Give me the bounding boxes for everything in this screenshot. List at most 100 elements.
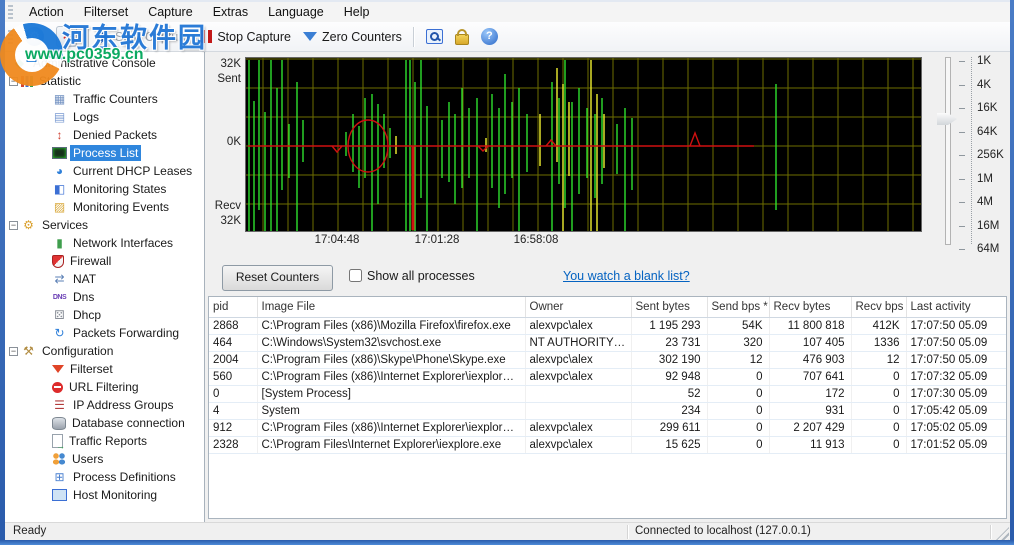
- sidebar-item-url-filtering[interactable]: URL Filtering: [5, 378, 204, 396]
- sidebar-item-current-dhcp-leases[interactable]: ◕Current DHCP Leases: [5, 162, 204, 180]
- sidebar-item-label: URL Filtering: [66, 379, 142, 395]
- sidebar-item-label: Monitoring States: [70, 181, 169, 197]
- sidebar-item-label: Current DHCP Leases: [70, 163, 195, 179]
- menu-language[interactable]: Language: [258, 3, 334, 21]
- process-table-panel: pidImage FileOwnerSent bytesSend bps *Re…: [208, 296, 1007, 519]
- traffic-counters-icon: ▦: [52, 92, 67, 106]
- main-panel: 32K Sent 0K Recv 32K 17:04:4817:01:2816:…: [205, 52, 1010, 522]
- table-row[interactable]: 2328C:\Program Files\Internet Explorer\i…: [209, 437, 1006, 454]
- stop-capture-button[interactable]: Stop Capture: [195, 27, 297, 47]
- table-cell: 707 641: [769, 369, 851, 386]
- table-row[interactable]: 0[System Process]520172017:07:30 05.09: [209, 386, 1006, 403]
- status-ready-text: Ready: [13, 525, 46, 537]
- sidebar-item-firewall[interactable]: Firewall: [5, 252, 204, 270]
- sidebar-item-label: Dhcp: [70, 307, 104, 323]
- sidebar-item-traffic-counters[interactable]: ▦Traffic Counters: [5, 90, 204, 108]
- sidebar-item-network-interfaces[interactable]: ▮Network Interfaces: [5, 234, 204, 252]
- lock-icon: [455, 34, 469, 45]
- y-axis-sent-label: Sent: [205, 73, 241, 85]
- column-header-recv-bytes[interactable]: Recv bytes: [769, 297, 851, 318]
- packets-forwarding-icon: ↻: [52, 326, 67, 340]
- inspect-button[interactable]: [420, 26, 449, 47]
- dns-icon: DNS: [52, 290, 67, 304]
- table-cell: [525, 403, 631, 420]
- sidebar-item-configuration[interactable]: −⚒Configuration: [5, 342, 204, 360]
- scale-tick: [959, 179, 965, 180]
- table-row[interactable]: 4System2340931017:05:42 05.09: [209, 403, 1006, 420]
- column-header-recv-bps[interactable]: Recv bps: [851, 297, 906, 318]
- column-header-pid[interactable]: pid: [209, 297, 257, 318]
- sidebar-item-logs[interactable]: ▤Logs: [5, 108, 204, 126]
- expander-icon[interactable]: −: [9, 221, 18, 230]
- services-icon: ⚙: [21, 218, 36, 232]
- toolbar-separator: [413, 27, 415, 47]
- table-row[interactable]: 2004C:\Program Files (x86)\Skype\Phone\S…: [209, 352, 1006, 369]
- column-header-last-activity[interactable]: Last activity: [906, 297, 1006, 318]
- scale-label: 64K: [977, 126, 1011, 138]
- sidebar-item-services[interactable]: −⚙Services: [5, 216, 204, 234]
- table-row[interactable]: 912C:\Program Files (x86)\Internet Explo…: [209, 420, 1006, 437]
- scale-tick: [959, 226, 965, 227]
- table-cell: 54K: [707, 318, 769, 335]
- sidebar-item-ip-address-groups[interactable]: ☰IP Address Groups: [5, 396, 204, 414]
- menu-extras[interactable]: Extras: [203, 3, 258, 21]
- sidebar-item-users[interactable]: Users: [5, 450, 204, 468]
- help-button[interactable]: ?: [475, 25, 504, 48]
- sidebar-item-filterset[interactable]: Filterset: [5, 360, 204, 378]
- table-cell: C:\Program Files (x86)\Internet Explorer…: [257, 369, 525, 386]
- security-button[interactable]: [449, 25, 475, 48]
- scale-separator: [971, 57, 972, 244]
- menu-help[interactable]: Help: [334, 3, 380, 21]
- sidebar-item-dns[interactable]: DNSDns: [5, 288, 204, 306]
- table-cell: alexvpc\alex: [525, 369, 631, 386]
- resize-grip[interactable]: [996, 527, 1009, 540]
- table-cell: 4: [209, 403, 257, 420]
- sidebar-item-dhcp[interactable]: ⚄Dhcp: [5, 306, 204, 324]
- sidebar-item-packets-forwarding[interactable]: ↻Packets Forwarding: [5, 324, 204, 342]
- window-border-right: [1010, 0, 1014, 545]
- x-axis-tick-label: 17:04:48: [305, 234, 369, 246]
- sidebar-item-denied-packets[interactable]: ↕Denied Packets: [5, 126, 204, 144]
- scale-slider-track[interactable]: [945, 57, 951, 245]
- sidebar-item-process-definitions[interactable]: ⊞Process Definitions: [5, 468, 204, 486]
- table-cell: C:\Program Files (x86)\Mozilla Firefox\f…: [257, 318, 525, 335]
- zero-counters-button[interactable]: Zero Counters: [297, 27, 408, 47]
- show-all-processes-checkbox[interactable]: [349, 269, 362, 282]
- sidebar-item-process-list[interactable]: Process List: [5, 144, 204, 162]
- table-cell: 299 611: [631, 420, 707, 437]
- table-row[interactable]: 2868C:\Program Files (x86)\Mozilla Firef…: [209, 318, 1006, 335]
- reset-counters-button[interactable]: Reset Counters: [222, 265, 333, 291]
- scale-tick: [959, 85, 965, 86]
- sidebar-item-host-monitoring[interactable]: Host Monitoring: [5, 486, 204, 504]
- column-header-send-bps[interactable]: Send bps *: [707, 297, 769, 318]
- sidebar-item-monitoring-states[interactable]: ◧Monitoring States: [5, 180, 204, 198]
- column-header-image-file[interactable]: Image File: [257, 297, 525, 318]
- sidebar-item-traffic-reports[interactable]: Traffic Reports: [5, 432, 204, 450]
- table-row[interactable]: 560C:\Program Files (x86)\Internet Explo…: [209, 369, 1006, 386]
- table-cell: 0: [707, 420, 769, 437]
- table-cell: C:\Program Files\Internet Explorer\iexpl…: [257, 437, 525, 454]
- table-cell: C:\Windows\System32\svchost.exe: [257, 335, 525, 352]
- sidebar-item-nat[interactable]: ⇄NAT: [5, 270, 204, 288]
- scale-slider-thumb[interactable]: [937, 113, 957, 125]
- sidebar-item-database-connection[interactable]: Database connection: [5, 414, 204, 432]
- table-cell: 11 800 818: [769, 318, 851, 335]
- sidebar-item-label: NAT: [70, 271, 99, 287]
- sidebar-item-monitoring-events[interactable]: ▨Monitoring Events: [5, 198, 204, 216]
- table-row[interactable]: 464C:\Windows\System32\svchost.exeNT AUT…: [209, 335, 1006, 352]
- table-cell: 560: [209, 369, 257, 386]
- blank-list-help-link[interactable]: You watch a blank list?: [563, 269, 690, 283]
- table-cell: 0: [209, 386, 257, 403]
- menu-gripper-handle[interactable]: [8, 5, 13, 19]
- table-cell: 17:07:30 05.09: [906, 386, 1006, 403]
- sidebar-item-label: Users: [69, 451, 106, 467]
- navigation-tree: ◆Administrative Console−Statistic▦Traffi…: [5, 52, 205, 522]
- table-cell: C:\Program Files (x86)\Skype\Phone\Skype…: [257, 352, 525, 369]
- table-cell: 931: [769, 403, 851, 420]
- inspect-icon: [426, 29, 443, 44]
- table-cell: NT AUTHORITY…: [525, 335, 631, 352]
- column-header-sent-bytes[interactable]: Sent bytes: [631, 297, 707, 318]
- column-header-owner[interactable]: Owner: [525, 297, 631, 318]
- filterset-icon: [52, 365, 64, 373]
- expander-icon[interactable]: −: [9, 347, 18, 356]
